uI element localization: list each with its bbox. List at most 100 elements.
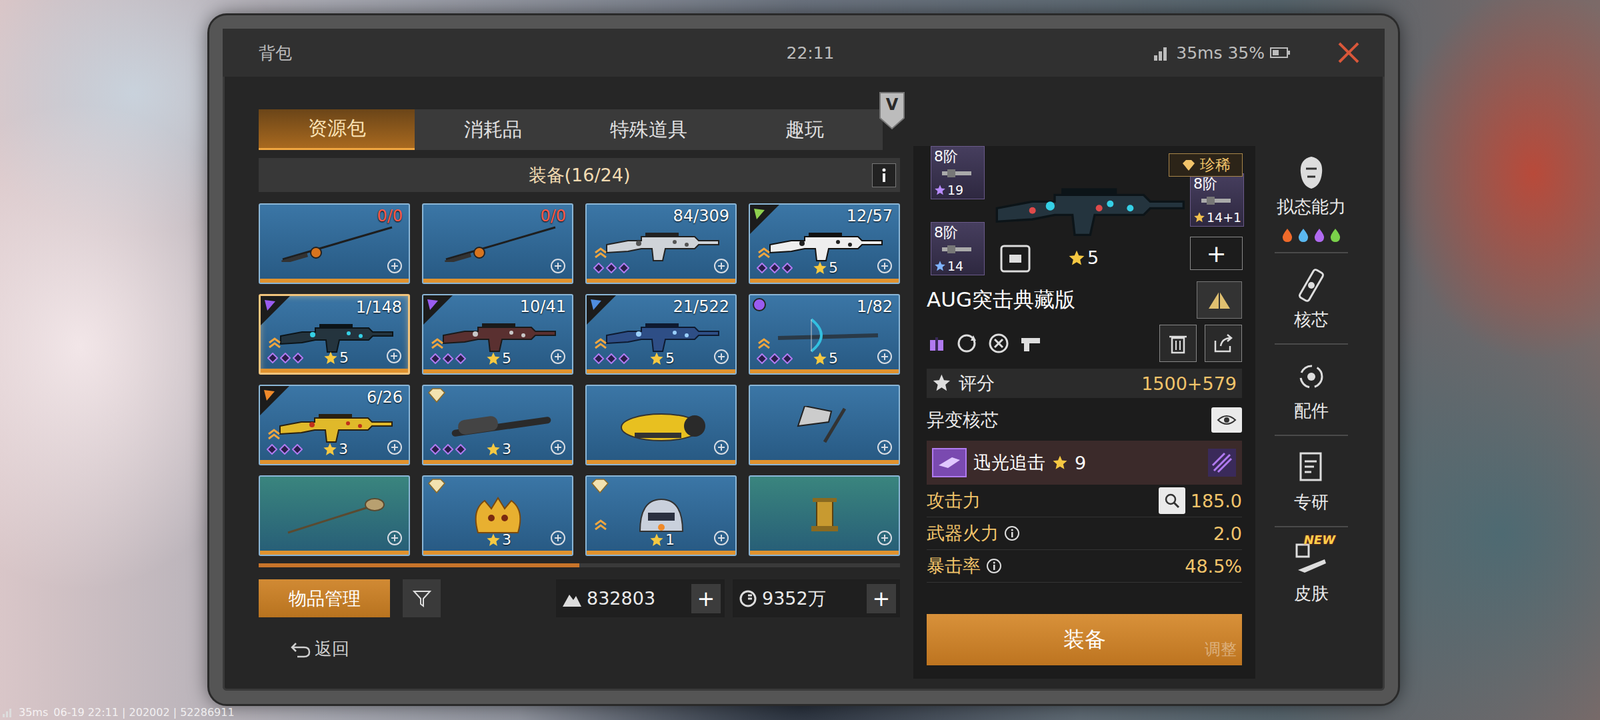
menu-label[interactable]: 核芯 bbox=[1294, 308, 1329, 332]
socket-icon bbox=[782, 262, 793, 274]
tab[interactable]: 特殊道具 bbox=[570, 109, 727, 150]
item-card[interactable]: 84/309 bbox=[585, 203, 737, 284]
core-row[interactable]: 迅光追击9 bbox=[926, 440, 1242, 485]
lock-icon bbox=[386, 529, 404, 547]
durability-fill bbox=[260, 550, 409, 555]
equip-button[interactable]: 装备 调整 bbox=[926, 614, 1242, 666]
menu-icon bbox=[1291, 448, 1332, 488]
durability-track bbox=[750, 369, 899, 374]
upgrade-icon bbox=[756, 246, 772, 259]
star-icon bbox=[1052, 454, 1068, 471]
menu-label[interactable]: 配件 bbox=[1294, 399, 1329, 423]
item-count: 6/26 bbox=[366, 388, 403, 407]
item-card[interactable] bbox=[258, 475, 410, 556]
item-card[interactable]: 6/263 bbox=[258, 384, 410, 466]
back-label[interactable]: 返回 bbox=[314, 637, 350, 661]
tab-label[interactable]: 消耗品 bbox=[464, 116, 522, 144]
item-card[interactable] bbox=[748, 475, 900, 556]
side-menu-item[interactable]: 皮肤NEW bbox=[1291, 532, 1332, 612]
item-card[interactable]: 0/0 bbox=[258, 203, 410, 284]
side-menu-item[interactable]: 核芯 bbox=[1291, 258, 1332, 338]
socket-icon bbox=[606, 262, 617, 274]
share-button[interactable] bbox=[1204, 324, 1242, 362]
socket-icon bbox=[593, 262, 604, 274]
star-level: 1 bbox=[649, 531, 675, 548]
item-card[interactable]: 12/575 bbox=[748, 203, 900, 284]
item-card[interactable]: 0/0 bbox=[422, 203, 574, 284]
side-menu-item[interactable]: 拟态能力 bbox=[1276, 146, 1346, 226]
tab-label[interactable]: 资源包 bbox=[308, 115, 366, 142]
close-icon[interactable] bbox=[1335, 39, 1362, 66]
weapon-name: AUG突击典藏版 bbox=[926, 286, 1197, 314]
tab[interactable]: 资源包 bbox=[258, 109, 415, 150]
info-icon[interactable] bbox=[872, 163, 896, 188]
score-row: 评分1500+579 bbox=[926, 368, 1242, 398]
menu-label[interactable]: 皮肤 bbox=[1294, 582, 1329, 606]
tab-label[interactable]: 特殊道具 bbox=[610, 116, 688, 144]
upgrade-icon bbox=[593, 518, 608, 531]
manage-button[interactable]: 物品管理 bbox=[258, 579, 390, 618]
socket-row bbox=[593, 353, 630, 364]
weapon-detail-panel: 8阶198阶148阶14+1珍稀+5AUG突击典藏版评分1500+579异变核芯… bbox=[913, 146, 1256, 679]
socket-icon bbox=[756, 262, 768, 274]
item-card[interactable] bbox=[585, 384, 737, 466]
item-card[interactable]: 1/825 bbox=[748, 294, 900, 375]
lock-icon bbox=[712, 257, 730, 275]
scrollbar[interactable] bbox=[258, 563, 900, 568]
add-label[interactable]: + bbox=[1206, 240, 1226, 268]
stat-label: 攻击力 bbox=[926, 488, 981, 513]
durability-fill bbox=[750, 460, 899, 464]
item-card[interactable] bbox=[748, 384, 900, 466]
add-label[interactable]: + bbox=[697, 586, 716, 612]
add-currency-button[interactable]: + bbox=[866, 584, 896, 614]
add-currency-button[interactable]: + bbox=[691, 584, 721, 614]
delete-button[interactable] bbox=[1159, 324, 1197, 362]
adjust-hint: 调整 bbox=[1204, 638, 1237, 660]
back-button[interactable]: 返回 bbox=[290, 637, 900, 661]
item-count: 21/522 bbox=[673, 297, 730, 316]
add-attachment-button[interactable]: + bbox=[1190, 236, 1243, 270]
item-card[interactable]: 1/1485 bbox=[258, 294, 410, 375]
attachment-slot[interactable]: 8阶14 bbox=[930, 222, 985, 276]
rank-button[interactable] bbox=[1196, 281, 1242, 319]
scope-icon[interactable] bbox=[1000, 244, 1031, 273]
detail-button[interactable] bbox=[1158, 487, 1186, 514]
attachment-slot[interactable]: 8阶14+1 bbox=[1190, 173, 1244, 227]
cannon-icon bbox=[274, 406, 395, 444]
menu-label[interactable]: 专研 bbox=[1294, 490, 1329, 514]
add-label[interactable]: + bbox=[872, 586, 891, 612]
tab-label[interactable]: 趣玩 bbox=[785, 116, 824, 144]
side-menu-item[interactable]: 专研 bbox=[1291, 441, 1332, 521]
pistol-icon bbox=[1018, 331, 1043, 356]
item-card[interactable]: 10/415 bbox=[422, 294, 574, 375]
rod-icon bbox=[438, 224, 558, 262]
equip-label[interactable]: 装备 bbox=[1063, 625, 1106, 655]
menu-label[interactable]: 拟态能力 bbox=[1276, 195, 1346, 219]
item-card[interactable]: 1 bbox=[585, 475, 737, 556]
durability-fill bbox=[423, 278, 572, 283]
attachment-slot[interactable]: 8阶19 bbox=[930, 146, 985, 200]
lock-icon bbox=[712, 348, 730, 366]
eye-icon bbox=[1216, 413, 1237, 427]
socket-icon bbox=[292, 352, 304, 364]
info-icon[interactable] bbox=[1004, 525, 1020, 542]
view-button[interactable] bbox=[1211, 407, 1242, 433]
attachment-rank: 14+1 bbox=[1193, 210, 1242, 225]
item-card[interactable]: 21/5225 bbox=[585, 294, 737, 375]
star-icon bbox=[486, 442, 501, 457]
durability-track bbox=[260, 368, 408, 373]
side-menu-item[interactable]: 配件 bbox=[1291, 350, 1332, 430]
tab[interactable]: 趣玩 bbox=[726, 109, 883, 150]
inventory-panel: 资源包消耗品特殊道具趣玩V装备(16/24)0/00/084/30912/575… bbox=[258, 109, 900, 661]
item-card[interactable]: 3 bbox=[422, 475, 574, 556]
diamond-icon bbox=[423, 476, 453, 506]
info-icon[interactable] bbox=[986, 558, 1002, 574]
filter-button[interactable] bbox=[402, 579, 441, 618]
socket-row bbox=[430, 353, 466, 364]
vip-badge: V bbox=[878, 91, 906, 130]
lock-icon bbox=[876, 257, 894, 275]
tab[interactable]: 消耗品 bbox=[414, 109, 571, 150]
scroll-thumb[interactable] bbox=[258, 563, 580, 568]
manage-label[interactable]: 物品管理 bbox=[288, 586, 361, 611]
item-card[interactable]: 3 bbox=[422, 384, 574, 466]
